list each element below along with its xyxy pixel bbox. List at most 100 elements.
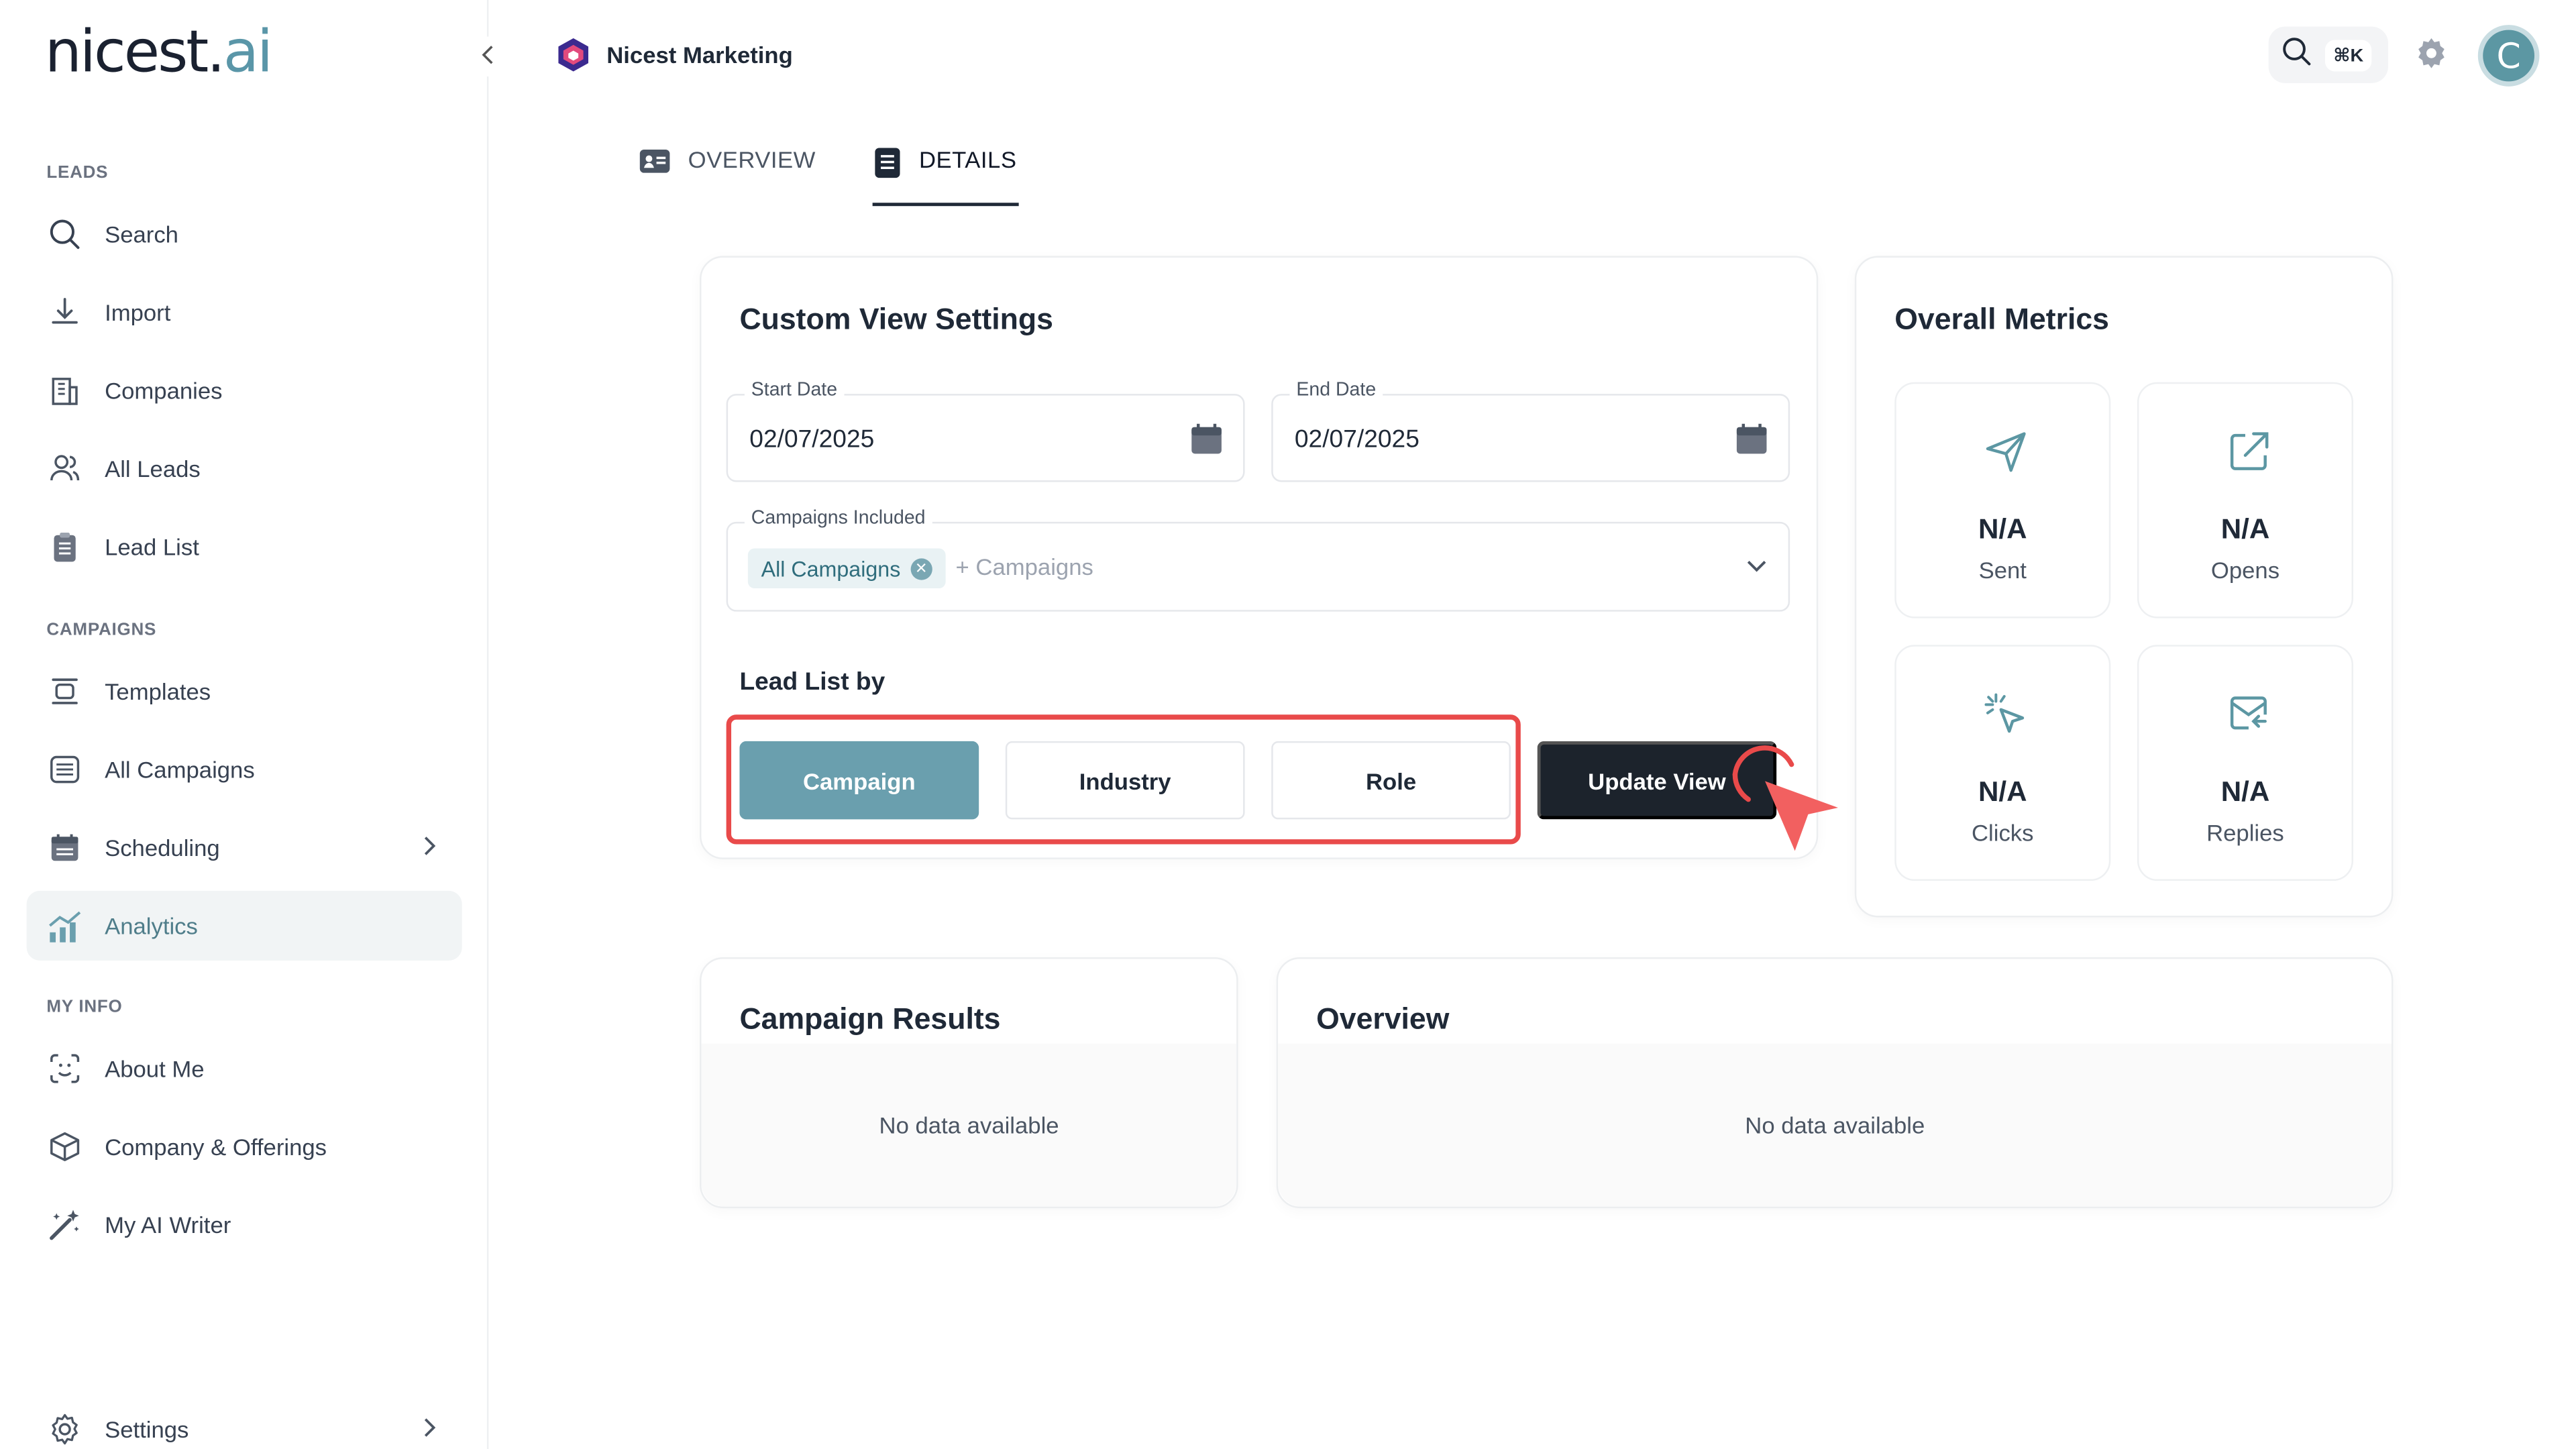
chevron-down-icon[interactable] xyxy=(1745,555,1768,585)
campaign-chip: All Campaigns ✕ xyxy=(747,548,946,588)
lead-list-by-title: Lead List by xyxy=(739,667,885,697)
analytics-icon xyxy=(46,908,83,945)
logo[interactable]: nicest.ai xyxy=(44,19,273,87)
start-date-field[interactable]: Start Date 02/07/2025 xyxy=(726,380,1245,482)
sidebar-item-companies[interactable]: Companies xyxy=(27,356,462,425)
workspace-name: Nicest Marketing xyxy=(606,41,793,68)
sidebar-item-search[interactable]: Search xyxy=(27,199,462,269)
group-by-industry-button[interactable]: Industry xyxy=(1005,741,1245,820)
sidebar-item-label: Companies xyxy=(105,377,223,405)
mail-reply-icon xyxy=(2225,692,2271,747)
sidebar-item-label: About Me xyxy=(105,1055,205,1082)
sidebar-item-label: Lead List xyxy=(105,533,199,560)
logo-text: nicest. xyxy=(44,19,225,87)
custom-view-title: Custom View Settings xyxy=(739,302,1053,336)
metric-label: Opens xyxy=(2210,556,2280,584)
tab-label: OVERVIEW xyxy=(688,146,816,173)
workspace-logo-icon xyxy=(555,37,592,74)
section-label-leads: LEADS xyxy=(46,162,109,183)
tab-details[interactable]: DETAILS xyxy=(872,146,1019,207)
chip-remove-icon[interactable]: ✕ xyxy=(910,557,932,580)
clipboard-list-icon xyxy=(46,529,83,566)
sidebar-item-label: All Leads xyxy=(105,455,201,482)
end-date-field[interactable]: End Date 02/07/2025 xyxy=(1271,380,1790,482)
gear-icon xyxy=(46,1411,83,1448)
calendar-icon xyxy=(46,829,83,866)
sidebar-item-settings[interactable]: Settings xyxy=(27,1395,462,1449)
search-icon xyxy=(2282,36,2312,74)
list-icon xyxy=(46,751,83,788)
sidebar-item-label: My AI Writer xyxy=(105,1212,231,1238)
download-icon xyxy=(46,294,83,331)
sidebar-item-import[interactable]: Import xyxy=(27,278,462,347)
click-cursor-icon xyxy=(1983,692,2029,747)
campaigns-select[interactable]: Campaigns Included All Campaigns ✕ + Cam… xyxy=(726,508,1790,612)
end-date-value: 02/07/2025 xyxy=(1294,425,1419,454)
external-link-icon xyxy=(2225,429,2271,484)
tab-label: DETAILS xyxy=(919,146,1017,173)
cursor-pointer-icon xyxy=(1728,738,1847,866)
sidebar-item-templates[interactable]: Templates xyxy=(27,657,462,727)
sidebar-item-ai-writer[interactable]: My AI Writer xyxy=(27,1190,462,1260)
sidebar-item-company-offerings[interactable]: Company & Offerings xyxy=(27,1112,462,1181)
avatar[interactable]: C xyxy=(2477,25,2540,87)
send-icon xyxy=(1983,429,2029,484)
box-icon xyxy=(46,1128,83,1165)
magic-wand-icon xyxy=(46,1207,83,1244)
id-card-icon xyxy=(638,146,672,181)
sidebar: nicest.ai LEADS Search Import Companies … xyxy=(0,0,489,1449)
collapse-sidebar-button[interactable] xyxy=(468,36,509,76)
sidebar-item-analytics[interactable]: Analytics xyxy=(26,890,462,961)
metric-sent: N/A Sent xyxy=(1894,382,2111,619)
sidebar-item-label: Analytics xyxy=(105,912,198,939)
section-label-my-info: MY INFO xyxy=(46,997,123,1018)
overview-title: Overview xyxy=(1316,1002,1450,1036)
calendar-icon[interactable] xyxy=(1190,422,1224,464)
metric-clicks: N/A Clicks xyxy=(1894,645,2111,881)
group-by-campaign-button[interactable]: Campaign xyxy=(739,741,979,820)
keyboard-shortcut: ⌘K xyxy=(2324,39,2372,71)
metric-value: N/A xyxy=(1978,513,2027,545)
end-date-label: End Date xyxy=(1289,380,1383,401)
metric-value: N/A xyxy=(1978,775,2027,808)
campaign-results-empty: No data available xyxy=(879,1112,1059,1139)
global-search-button[interactable]: ⌘K xyxy=(2268,26,2389,83)
group-by-role-button[interactable]: Role xyxy=(1271,741,1511,820)
sidebar-item-label: Scheduling xyxy=(105,834,220,861)
sidebar-item-about-me[interactable]: About Me xyxy=(27,1034,462,1104)
chip-label: All Campaigns xyxy=(761,555,901,581)
start-date-value: 02/07/2025 xyxy=(749,425,875,454)
sidebar-item-all-campaigns[interactable]: All Campaigns xyxy=(27,735,462,804)
template-icon xyxy=(46,673,83,710)
metric-label: Sent xyxy=(1978,556,2027,584)
start-date-label: Start Date xyxy=(744,380,844,401)
sidebar-item-lead-list[interactable]: Lead List xyxy=(27,512,462,582)
metric-label: Clicks xyxy=(1972,819,2034,846)
smiley-icon xyxy=(46,1051,83,1087)
metric-opens: N/A Opens xyxy=(2137,382,2353,619)
building-icon xyxy=(46,372,83,409)
document-list-icon xyxy=(873,146,903,184)
settings-gear-button[interactable] xyxy=(2413,35,2450,80)
section-label-campaigns: CAMPAIGNS xyxy=(46,620,157,640)
campaigns-label: Campaigns Included xyxy=(744,508,932,529)
sidebar-item-label: Search xyxy=(105,221,178,248)
sidebar-item-label: Templates xyxy=(105,678,211,705)
sidebar-item-all-leads[interactable]: All Leads xyxy=(27,434,462,504)
metric-replies: N/A Replies xyxy=(2137,645,2353,881)
calendar-icon[interactable] xyxy=(1735,422,1768,464)
chevron-right-icon xyxy=(419,1416,439,1444)
metric-value: N/A xyxy=(2220,513,2270,545)
chevron-left-icon xyxy=(480,43,497,70)
gear-icon xyxy=(2413,38,2450,78)
sidebar-item-scheduling[interactable]: Scheduling xyxy=(27,812,462,882)
chevron-right-icon xyxy=(419,835,439,863)
search-icon xyxy=(46,216,83,253)
sidebar-item-label: Settings xyxy=(105,1415,189,1443)
users-icon xyxy=(46,450,83,487)
metric-label: Replies xyxy=(2206,819,2284,846)
workspace-switcher[interactable]: Nicest Marketing xyxy=(555,37,793,74)
sidebar-item-label: Import xyxy=(105,299,171,326)
tab-overview[interactable]: OVERVIEW xyxy=(638,146,816,206)
sidebar-item-label: Company & Offerings xyxy=(105,1133,327,1161)
